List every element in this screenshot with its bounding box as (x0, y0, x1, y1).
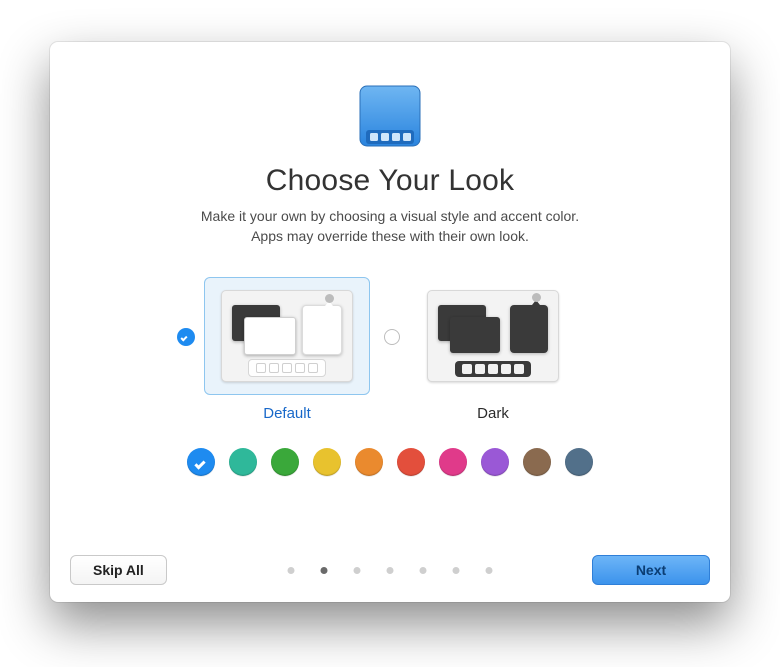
theme-preview-dark (427, 290, 559, 382)
pager-dot-2[interactable] (354, 567, 361, 574)
accent-color-row (187, 448, 593, 476)
page-indicator (288, 567, 493, 574)
theme-card-default[interactable] (204, 277, 370, 395)
pager-dot-4[interactable] (420, 567, 427, 574)
skip-all-button[interactable]: Skip All (70, 555, 167, 585)
pager-dot-1[interactable] (321, 567, 328, 574)
accent-swatch-9[interactable] (565, 448, 593, 476)
page-subtitle: Make it your own by choosing a visual st… (201, 206, 579, 247)
theme-label-dark: Dark (477, 405, 509, 422)
skip-all-label: Skip All (93, 562, 144, 578)
pager-dot-3[interactable] (387, 567, 394, 574)
page-title: Choose Your Look (266, 164, 514, 198)
theme-label-default: Default (263, 405, 311, 422)
pager-dot-6[interactable] (486, 567, 493, 574)
radio-default[interactable] (178, 329, 194, 345)
subtitle-line-1: Make it your own by choosing a visual st… (201, 206, 579, 226)
bottom-bar: Skip All Next (50, 538, 730, 602)
next-label: Next (636, 562, 666, 578)
accent-swatch-2[interactable] (271, 448, 299, 476)
accent-swatch-8[interactable] (523, 448, 551, 476)
theme-card-dark[interactable] (410, 277, 576, 395)
theme-preview-default (221, 290, 353, 382)
theme-option-dark[interactable]: Dark (410, 277, 576, 422)
radio-dark[interactable] (384, 329, 400, 345)
appearance-icon (352, 78, 428, 154)
theme-options: Default Dark (204, 277, 576, 422)
pager-dot-5[interactable] (453, 567, 460, 574)
subtitle-line-2: Apps may override these with their own l… (201, 226, 579, 246)
accent-swatch-3[interactable] (313, 448, 341, 476)
next-button[interactable]: Next (592, 555, 710, 585)
onboarding-panel: Choose Your Look Make it your own by cho… (50, 42, 730, 602)
accent-swatch-1[interactable] (229, 448, 257, 476)
accent-swatch-7[interactable] (481, 448, 509, 476)
accent-swatch-4[interactable] (355, 448, 383, 476)
accent-swatch-0[interactable] (187, 448, 215, 476)
theme-option-default[interactable]: Default (204, 277, 370, 422)
accent-swatch-6[interactable] (439, 448, 467, 476)
accent-swatch-5[interactable] (397, 448, 425, 476)
pager-dot-0[interactable] (288, 567, 295, 574)
